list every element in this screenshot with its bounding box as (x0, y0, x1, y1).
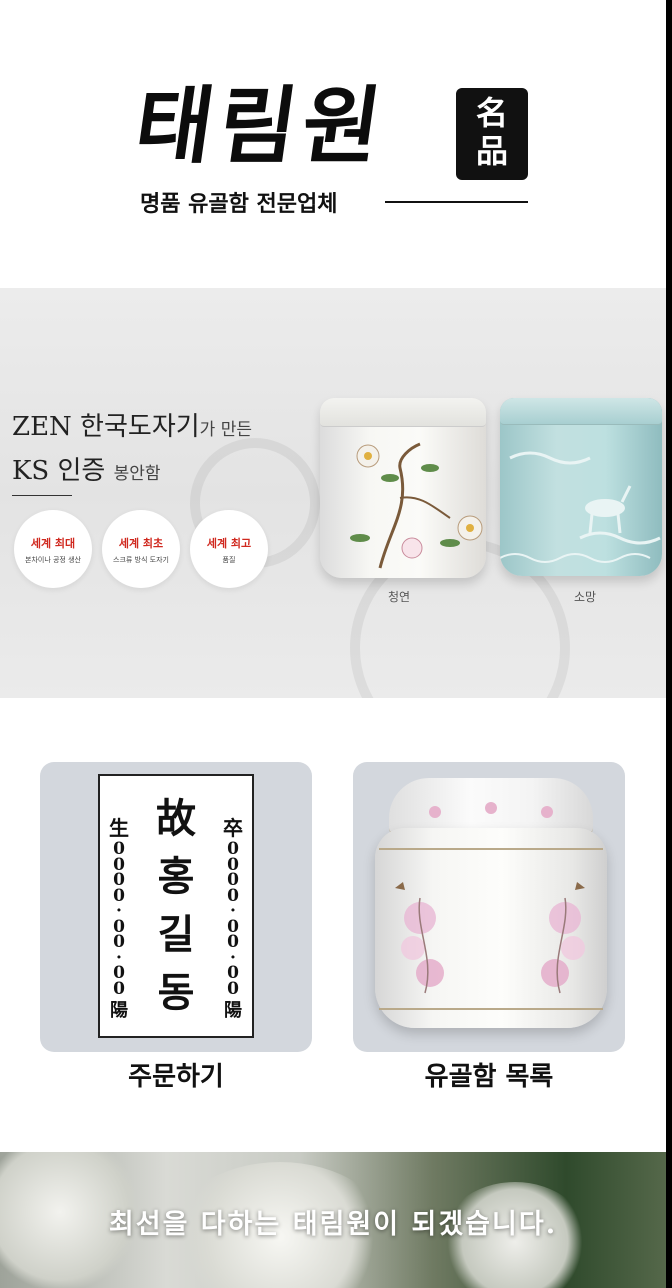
memorial-plaque-image: 生 0 0 0 0 · 0 0 · 0 0 陽 故 홍 길 동 卒 0 0 0 … (98, 774, 254, 1038)
deer-pattern-icon (500, 451, 661, 563)
seal-char: 品 (475, 132, 508, 170)
plaque-name-char: 길 (157, 911, 195, 958)
order-card[interactable]: 生 0 0 0 0 · 0 0 · 0 0 陽 故 홍 길 동 卒 0 0 0 … (40, 762, 312, 1052)
urn-list-card[interactable] (353, 762, 625, 1052)
tagline-rule (385, 201, 528, 203)
badge-world-first: 세계 최초 스크류 방식 도자기 (102, 510, 180, 588)
plaque-name-char: 故 (156, 795, 196, 842)
plaque-digit: 0 (113, 978, 125, 999)
plaque-name-char: 홍 (157, 853, 195, 900)
badge-title: 세계 최고 (206, 537, 252, 550)
urn-product-image (375, 778, 607, 1028)
footer-slogan: 최선을 다하는 태림원이 되겠습니다. (108, 1209, 558, 1240)
pink-flower-pattern-icon (395, 802, 585, 994)
footer-banner: 최선을 다하는 태림원이 되겠습니다. (0, 1152, 666, 1288)
plaque-name-char: 동 (157, 969, 195, 1016)
banner-headline-1: ZEN 한국도자기가 만든 (12, 406, 252, 443)
banner-headline-2-sub: 봉안함 (113, 464, 161, 484)
badge-sub: 품질 (222, 556, 236, 564)
urn-label-somang: 소망 (574, 590, 597, 604)
banner-headline-2-main: KS 인증 (12, 456, 106, 486)
plaque-digit: 0 (227, 978, 239, 999)
plaque-char: 陽 (110, 1000, 128, 1021)
hero-banner[interactable]: ZEN 한국도자기가 만든 KS 인증 봉안함 세계 최대 본차이나 공정 생산… (0, 288, 666, 698)
order-link[interactable]: 주문하기 (40, 1056, 312, 1093)
plaque-right-column: 卒 0 0 0 0 · 0 0 · 0 0 陽 (222, 814, 244, 1025)
seal-char: 名 (475, 94, 508, 132)
urn-image-cheongyeon[interactable] (320, 398, 486, 578)
banner-headline-1-main: ZEN 한국도자기 (12, 412, 200, 442)
plaque-char: 生 (109, 816, 129, 840)
badge-world-best: 세계 최고 품질 (190, 510, 268, 588)
urn-image-somang[interactable] (500, 398, 662, 576)
brand-logo[interactable]: 태림원 (129, 76, 393, 175)
plaque-char: 卒 (223, 816, 243, 840)
site-header: 태림원 名 品 명품 유골함 전문업체 (0, 0, 666, 288)
plaque-char: 陽 (224, 1000, 242, 1021)
right-edge-bar (666, 0, 672, 1288)
badge-sub: 스크류 방식 도자기 (113, 556, 169, 564)
plaque-left-column: 生 0 0 0 0 · 0 0 · 0 0 陽 (108, 814, 130, 1025)
banner-headline-2: KS 인증 봉안함 (12, 450, 161, 487)
brand-seal: 名 品 (456, 88, 528, 180)
urn-label-cheongyeon: 청연 (388, 590, 411, 604)
badge-title: 세계 최초 (118, 537, 164, 550)
plaque-center-column: 故 홍 길 동 (144, 790, 208, 1022)
badge-title: 세계 최대 (30, 537, 76, 550)
flower-pattern-icon (350, 442, 483, 569)
badge-sub: 본차이나 공정 생산 (25, 556, 81, 564)
banner-rule (12, 495, 72, 496)
urn-list-link[interactable]: 유골함 목록 (353, 1056, 625, 1093)
badge-world-largest: 세계 최대 본차이나 공정 생산 (14, 510, 92, 588)
banner-headline-1-sub: 가 만든 (199, 420, 252, 440)
brand-tagline: 명품 유골함 전문업체 (140, 191, 338, 217)
